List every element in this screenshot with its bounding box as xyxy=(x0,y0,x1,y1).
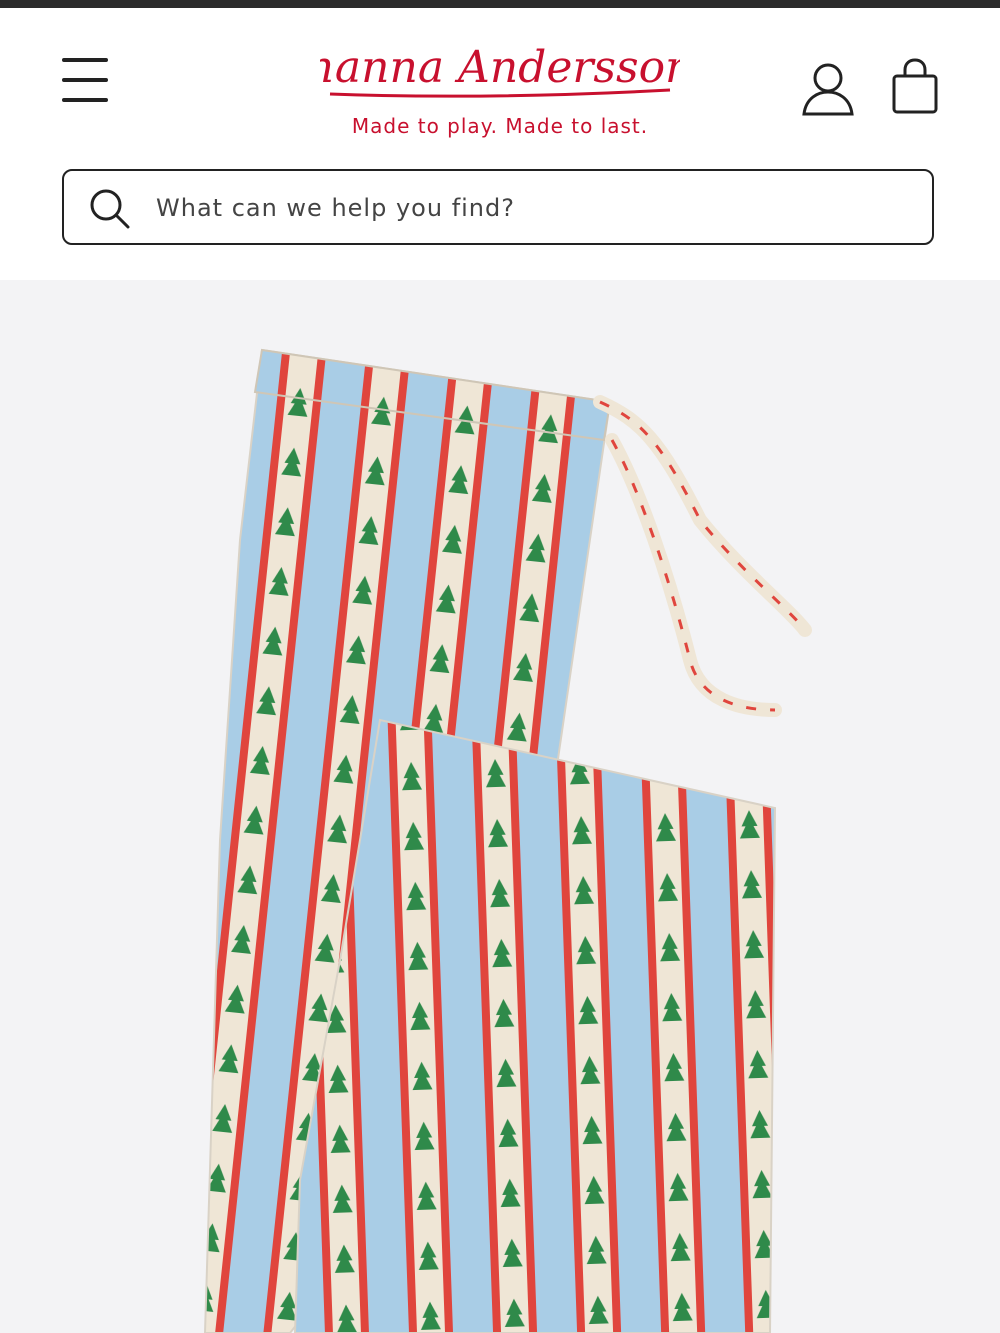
product-image[interactable] xyxy=(0,280,1000,1333)
hamburger-menu-icon[interactable] xyxy=(60,56,110,104)
brand-logo[interactable]: hanna Andersson Made to play. Made to la… xyxy=(300,36,700,156)
brand-wordmark: hanna Andersson xyxy=(320,42,680,98)
shopping-bag-icon[interactable] xyxy=(888,58,942,116)
top-status-bar xyxy=(0,0,1000,8)
search-input[interactable] xyxy=(154,171,918,245)
user-icon[interactable] xyxy=(800,60,856,116)
pants-folded-leg xyxy=(293,718,777,1333)
search-icon[interactable] xyxy=(88,187,132,231)
brand-tagline: Made to play. Made to last. xyxy=(351,114,649,138)
site-header: hanna Andersson Made to play. Made to la… xyxy=(0,8,1000,158)
search-bar[interactable] xyxy=(62,169,934,245)
pajama-pants-image xyxy=(203,348,812,1333)
brand-wordmark-text: hanna Andersson xyxy=(320,42,680,93)
